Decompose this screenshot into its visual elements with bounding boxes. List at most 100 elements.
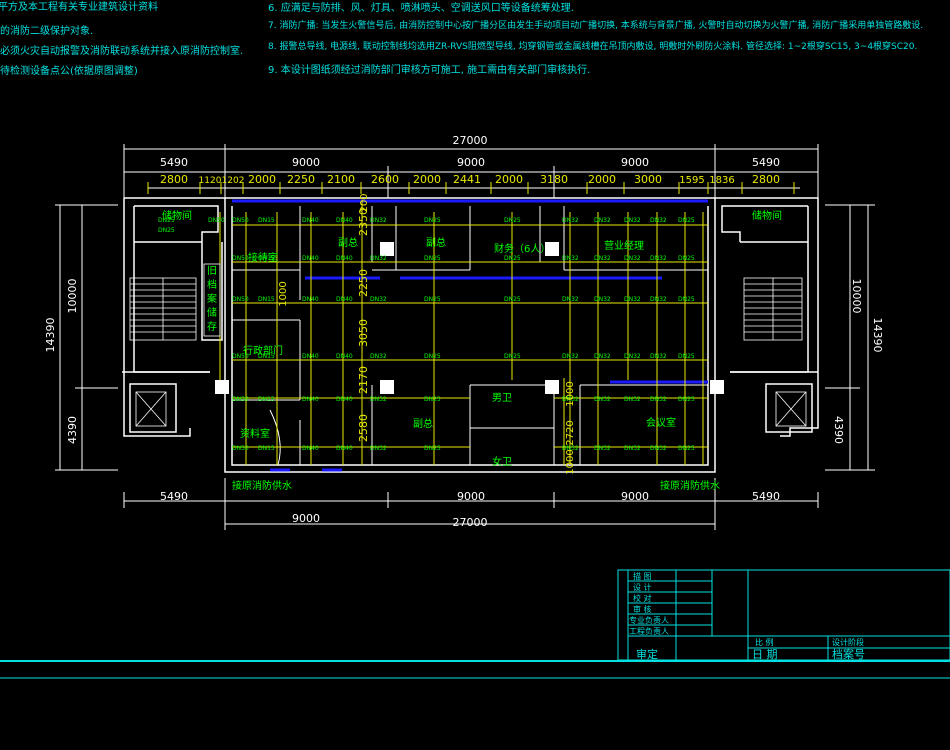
room-women-wc: 女卫	[492, 455, 512, 468]
tb-project-lead: 工程负责人	[629, 626, 669, 636]
dim-fine-5: 2250	[287, 173, 315, 186]
dim-fine-11: 3180	[540, 173, 568, 186]
dim-fine-4: 2000	[248, 173, 276, 186]
room-data-room: 资料室	[240, 427, 270, 440]
dim-fine-6: 2100	[327, 173, 355, 186]
dim-left-1: 10000	[66, 279, 79, 314]
dn-label: DN25	[678, 445, 695, 452]
title-block	[617, 569, 950, 661]
dim-interior-2: 2250	[357, 269, 370, 297]
room-archive-char: 储	[207, 306, 217, 319]
dim-top-1: 5490	[160, 156, 188, 169]
stairs-right	[743, 277, 803, 341]
dn-label: DN40	[336, 396, 353, 403]
archive-room: 旧档案储存	[203, 263, 221, 337]
dim-fine-13: 3000	[634, 173, 662, 186]
dn-label: DN32	[594, 255, 611, 262]
dn-label: DN32	[650, 296, 667, 303]
dn-label: DN32	[562, 353, 579, 360]
dim-interior-r3: 1000	[565, 449, 576, 474]
dn-label: DN25	[424, 255, 441, 262]
room-archive-char: 档	[207, 278, 217, 291]
dn-label: DN32	[650, 396, 667, 403]
dim-fine-7: 2600	[371, 173, 399, 186]
dn-label: DN15	[258, 217, 275, 224]
dn-label: DN32	[594, 296, 611, 303]
dn-label: DN32	[594, 445, 611, 452]
room-meeting: 会议室	[646, 416, 676, 429]
room-storage-left: 储物间	[162, 209, 192, 222]
dim-bottom-4: 5490	[752, 490, 780, 503]
dn-label: DN25	[158, 227, 175, 234]
room-archive-char: 案	[207, 292, 217, 305]
dn-label: DN25	[678, 396, 695, 403]
dim-fine-12: 2000	[588, 173, 616, 186]
dn-label: DN40	[302, 217, 319, 224]
dn-label: DN32	[370, 255, 387, 262]
dim-right-total: 14390	[871, 318, 884, 353]
dim-interior-200: 200	[359, 193, 370, 212]
room-finance: 财务（6人）	[494, 242, 550, 255]
tb-draw: 描 图	[633, 571, 652, 581]
dn-label: DN32	[624, 255, 641, 262]
dim-total-top: 27000	[453, 134, 488, 147]
dim-right-1: 10000	[850, 279, 863, 314]
dn-label: DN40	[302, 353, 319, 360]
dim-bottom-9000: 9000	[292, 512, 320, 525]
dn-label: DN50	[232, 296, 249, 303]
dn-label: DN32	[624, 445, 641, 452]
dn-label: DN32	[370, 396, 387, 403]
room-office-large: 营业经理	[604, 239, 644, 252]
room-men-wc: 男卫	[492, 392, 512, 404]
dim-fine-1: 2800	[160, 173, 188, 186]
dn-label: DN32	[370, 217, 387, 224]
dn-label: DN25	[424, 353, 441, 360]
tb-check: 校 对	[633, 593, 652, 603]
room-deputy-gm: 副总	[338, 236, 358, 249]
dn-label: DN32	[370, 353, 387, 360]
dn-label: DN32	[650, 445, 667, 452]
dn-label: DN40	[336, 217, 353, 224]
dn-label: DN32	[562, 255, 579, 262]
dn-label: DN15	[258, 296, 275, 303]
dn-label: DN25	[504, 353, 521, 360]
tb-design: 设 计	[633, 582, 652, 592]
dim-fine-10: 2000	[495, 173, 523, 186]
dim-bottom-1: 5490	[160, 490, 188, 503]
dim-bottom-2: 9000	[457, 490, 485, 503]
room-archive: 旧档案储存	[207, 265, 217, 333]
dim-interior-r4: 1000	[278, 281, 289, 306]
dn-label: DN25	[424, 445, 441, 452]
dn-label: DN25	[678, 255, 695, 262]
dn-label: DN40	[302, 396, 319, 403]
dim-top-2: 9000	[292, 156, 320, 169]
tb-scale: 比 例	[755, 637, 774, 647]
dn-label: DN32	[370, 445, 387, 452]
room-storage-right: 储物间	[752, 209, 782, 222]
dn-label: DN32	[370, 296, 387, 303]
sprinkler-pipes	[219, 200, 708, 465]
dn-label: DN40	[336, 255, 353, 262]
border-lines	[0, 660, 950, 679]
dn-label: DN50	[232, 445, 249, 452]
room-archive-char: 存	[207, 320, 217, 333]
dim-interior-3: 3050	[357, 319, 370, 347]
room-admin-dept: 行政部门	[243, 344, 283, 357]
dn-label: DN40	[336, 296, 353, 303]
dim-fine-3: 1202	[222, 176, 245, 186]
dim-top-5: 5490	[752, 156, 780, 169]
dn-label: DN32	[562, 217, 579, 224]
dn-label: DN40	[302, 296, 319, 303]
dim-total-bottom: 27000	[453, 516, 488, 529]
dim-bottom-3: 9000	[621, 490, 649, 503]
dn-label: DN32	[624, 217, 641, 224]
dn-label: DN50	[232, 396, 249, 403]
room-reception: 接待室	[248, 251, 278, 264]
dimension-lines-side	[55, 204, 875, 471]
dn-label: DN50	[208, 217, 225, 224]
tb-discipline-lead: 专业负责人	[629, 615, 669, 625]
dim-interior-4: 2170	[357, 366, 370, 394]
dn-label: DN40	[336, 353, 353, 360]
room-general-manager: 副总	[426, 236, 446, 249]
dn-label: DN32	[624, 396, 641, 403]
